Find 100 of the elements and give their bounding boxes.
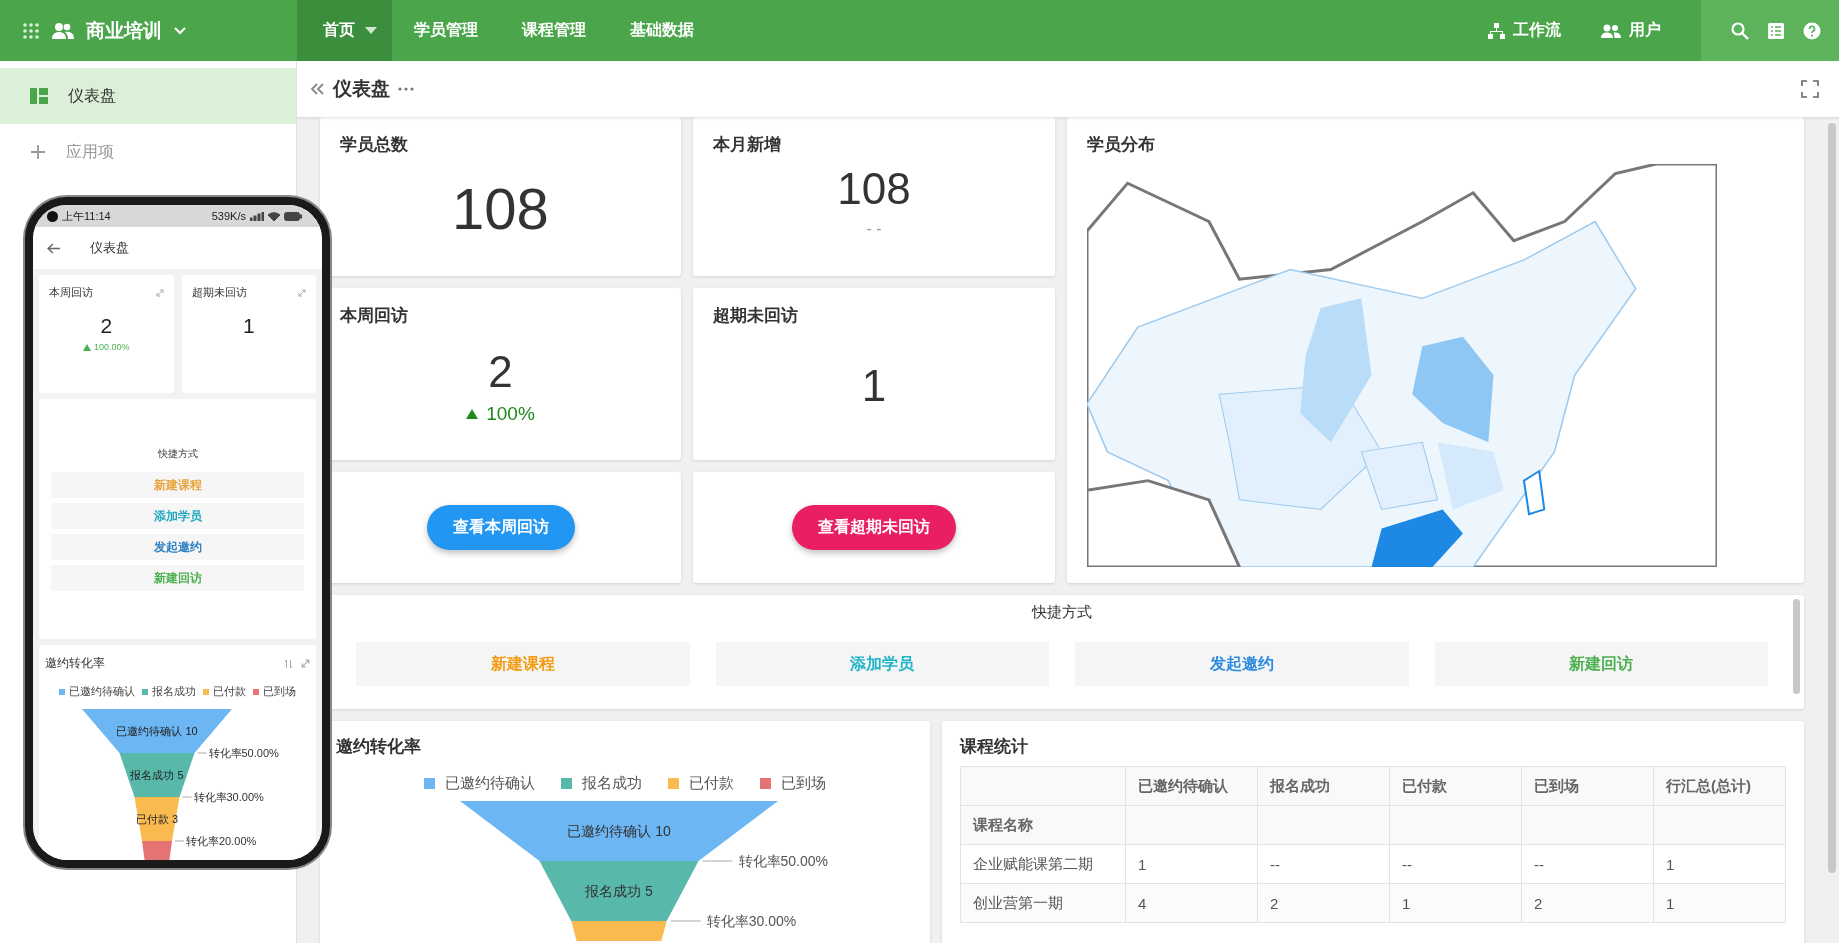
camera-dot	[47, 210, 58, 222]
stat-note: - -	[866, 220, 882, 238]
stat-value: 1	[861, 360, 887, 411]
stat-value: 2	[100, 314, 113, 338]
wifi-icon	[268, 211, 280, 221]
leader-line	[702, 860, 733, 862]
top-link[interactable]: 用户	[1601, 20, 1661, 41]
legend-label[interactable]: 已邀约待确认	[69, 684, 135, 699]
table-cell: 2	[1521, 883, 1654, 923]
legend-label[interactable]: 已付款	[689, 774, 734, 793]
legend-label[interactable]: 报名成功	[582, 774, 642, 793]
nav-tab[interactable]: 课程管理	[500, 0, 608, 61]
plus-icon	[30, 144, 46, 160]
funnel-label: 已邀约待确认 10	[567, 823, 671, 839]
table-cell: 2	[1257, 883, 1390, 923]
top-link[interactable]: 工作流	[1488, 20, 1561, 41]
sidebar-item[interactable]: 仪表盘	[0, 68, 296, 124]
card-title: 课程统计	[960, 736, 1029, 758]
column-header: 报名成功	[1257, 766, 1390, 806]
shortcut-button[interactable]: 发起邀约	[1075, 642, 1409, 686]
conversion-rate-label: 转化率30.00%	[706, 913, 797, 929]
leader-line	[670, 920, 702, 922]
hierarchy-icon	[1488, 22, 1505, 39]
help-icon[interactable]	[1803, 21, 1821, 40]
card-title: 学员总数	[340, 134, 409, 156]
card-title: 邀约转化率	[336, 736, 422, 758]
table-cell: 企业赋能课第二期	[960, 844, 1126, 884]
legend-label[interactable]: 已付款	[213, 684, 246, 699]
card-title: 快捷方式	[1030, 603, 1093, 622]
legend-label[interactable]: 已邀约待确认	[445, 774, 535, 793]
legend-label[interactable]: 报名成功	[152, 684, 196, 699]
back-arrow-icon[interactable]	[47, 242, 60, 254]
legend-label[interactable]: 已到场	[263, 684, 296, 699]
sort-icon[interactable]	[284, 658, 293, 669]
chevron-down-icon[interactable]	[174, 26, 186, 35]
legend-label[interactable]: 已到场	[781, 774, 826, 793]
action-button[interactable]: 查看超期未回访	[792, 505, 956, 550]
leader-line	[197, 752, 207, 754]
funnel-label: 报名成功 5	[585, 883, 653, 899]
shortcut-button[interactable]: 新建课程	[356, 642, 690, 686]
dashboard-icon	[30, 88, 48, 104]
table-cell: --	[1257, 844, 1390, 884]
collapse-icon[interactable]	[311, 83, 325, 95]
conversion-rate-label: 转化率30.00%	[193, 791, 264, 803]
conversion-rate-label: 转化率50.00%	[738, 853, 828, 869]
scrollbar-thumb[interactable]	[1793, 599, 1800, 694]
signal-icon	[250, 211, 264, 221]
shortcut-button[interactable]: 添加学员	[51, 503, 304, 529]
leader-line	[174, 840, 185, 842]
card-title: 超期未回访	[191, 285, 247, 300]
search-icon[interactable]	[1731, 21, 1749, 40]
table-cell: --	[1521, 844, 1654, 884]
table-cell: 1	[1653, 844, 1786, 884]
table-cell: 1	[1389, 883, 1522, 923]
funnel-label: 报名成功 5	[130, 769, 184, 781]
expand-icon[interactable]	[155, 288, 164, 297]
caret-icon[interactable]	[365, 27, 377, 34]
scrollbar-thumb[interactable]	[1828, 123, 1836, 873]
shortcut-button[interactable]: 新建课程	[51, 472, 304, 498]
table-cell: 1	[1653, 883, 1786, 923]
trend-value: 100.00%	[94, 342, 130, 352]
nav-tab[interactable]: 学员管理	[392, 0, 500, 61]
stat-value: 1	[242, 314, 255, 338]
apps-grid-icon[interactable]	[22, 21, 40, 40]
users-logo-icon	[52, 21, 74, 40]
shortcut-button[interactable]: 添加学员	[715, 642, 1049, 686]
stat-value: 108	[452, 174, 549, 242]
more-icon[interactable]	[398, 87, 414, 91]
status-time: 上午11:14	[62, 208, 111, 224]
conversion-rate-label: 转化率20.00%	[186, 835, 257, 847]
action-button[interactable]: 查看本周回访	[426, 505, 575, 550]
list-icon[interactable]	[1767, 21, 1785, 40]
screen-title: 仪表盘	[90, 239, 129, 257]
table-cell: --	[1389, 844, 1522, 884]
card-title: 快捷方式	[156, 447, 199, 461]
card-title: 本周回访	[49, 285, 93, 300]
sidebar-item[interactable]: 应用项	[0, 124, 296, 180]
funnel-label: 已邀约待确认 10	[116, 725, 198, 737]
shortcut-button[interactable]: 新建回访	[51, 565, 304, 591]
table-cell: 1	[1125, 844, 1258, 884]
expand-icon[interactable]	[298, 288, 306, 297]
card-title: 学员分布	[1087, 134, 1156, 156]
column-header: 已邀约待确认	[1125, 766, 1258, 806]
card-title: 超期未回访	[713, 305, 799, 327]
stat-value: 108	[837, 164, 911, 214]
app-name[interactable]: 商业培训	[86, 17, 162, 44]
fullscreen-icon[interactable]	[1801, 80, 1819, 98]
battery-icon	[284, 211, 302, 221]
card-title: 邀约转化率	[45, 655, 105, 672]
network-speed: 539K/s	[211, 210, 246, 222]
shortcut-button[interactable]: 发起邀约	[51, 534, 304, 560]
trend-up-icon	[83, 343, 91, 351]
shortcut-button[interactable]: 新建回访	[1434, 642, 1768, 686]
nav-tab[interactable]: 首页	[297, 0, 392, 61]
column-header: 已到场	[1521, 766, 1654, 806]
stat-value: 2	[488, 346, 513, 397]
expand-icon[interactable]	[301, 659, 310, 668]
table-cell: 4	[1125, 883, 1258, 923]
card-title: 本周回访	[340, 305, 409, 327]
nav-tab[interactable]: 基础数据	[608, 0, 716, 61]
